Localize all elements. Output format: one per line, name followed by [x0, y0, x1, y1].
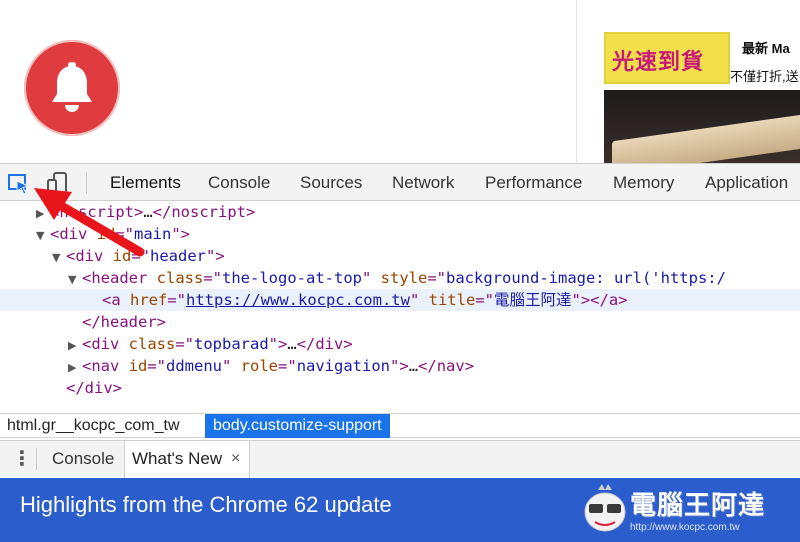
code-token-attr: style [380, 269, 428, 287]
code-token-val: background-image: url('https:/ [446, 269, 726, 287]
ad-logo-text: 光速到貨 [612, 50, 705, 75]
ad-subtitle: 不僅打折,送 [730, 69, 799, 84]
drawer-tab-console[interactable]: Console [52, 441, 114, 477]
code-token-tag: <a [102, 291, 130, 309]
code-token-tag: "> [268, 335, 288, 353]
code-token-tag: "></a> [571, 291, 628, 309]
code-token-link[interactable]: https://www.kocpc.com.tw [186, 291, 410, 309]
breadcrumb-item-body[interactable]: body.customize-support [205, 414, 390, 438]
code-token-val: 電腦王阿達 [493, 291, 572, 309]
code-token-val: topbarad [194, 335, 269, 353]
code-token-tag: "> [390, 357, 409, 375]
code-token-val: the-logo-at-top [222, 269, 362, 287]
tab-network[interactable]: Network [392, 164, 454, 201]
code-token-plain: … [287, 335, 297, 353]
code-token-val: navigation [296, 357, 391, 375]
code-token-tag: " [409, 291, 429, 309]
whats-new-banner: Highlights from the Chrome 62 update 電腦王… [0, 478, 800, 542]
code-token-attr: role [240, 357, 279, 375]
ad-banner[interactable]: 光速到貨 最新 Ma 不僅打折,送 [604, 32, 800, 176]
code-token-tag: <div [82, 335, 129, 353]
drawer-menu-icon[interactable]: ⋮ [12, 449, 32, 471]
drawer-tab-whats-new[interactable]: What's New × [124, 441, 250, 478]
code-token-tag: </div> [296, 335, 353, 353]
code-token-attr: id [128, 357, 148, 375]
code-token-val: ddmenu [166, 357, 223, 375]
code-token-attr: class [128, 335, 176, 353]
code-token-tag: </nav> [418, 357, 475, 375]
code-token-tag: =" [475, 291, 494, 309]
dom-node-line[interactable]: ▼ <header class="the-logo-at-top" style="… [0, 267, 800, 289]
page-divider [576, 0, 577, 163]
code-token-attr: href [130, 291, 168, 309]
code-token-plain: … [408, 357, 419, 375]
code-token-tag: </div> [66, 379, 122, 397]
expand-triangle-icon[interactable]: ▶ [68, 357, 82, 379]
code-token-attr: class [156, 269, 204, 287]
code-token-tag: =" [278, 357, 297, 375]
annotation-arrow-icon [34, 188, 145, 257]
code-token-tag: </noscript> [152, 203, 256, 221]
tab-console[interactable]: Console [208, 164, 270, 201]
dom-node-line[interactable]: </div> [0, 377, 800, 399]
tab-memory[interactable]: Memory [613, 164, 674, 201]
code-token-tag: =" [203, 269, 222, 287]
breadcrumb-item-html[interactable]: html.gr__kocpc_com_tw [0, 414, 187, 438]
ad-logo: 光速到貨 [604, 32, 730, 84]
mascot-icon [584, 484, 626, 532]
watermark-title: 電腦王阿達 [630, 491, 766, 521]
code-token-tag: "> [171, 225, 191, 243]
dom-node-line[interactable]: <a href="https://www.kocpc.com.tw" title… [0, 289, 800, 311]
code-token-tag: =" [167, 291, 186, 309]
drawer-separator [36, 448, 37, 470]
bell-icon [52, 62, 92, 112]
watermark: 電腦王阿達 http://www.kocpc.com.tw [580, 478, 800, 542]
code-token-val: header [150, 247, 207, 265]
tab-sources[interactable]: Sources [300, 164, 362, 201]
code-token-tag: =" [427, 269, 446, 287]
highlights-title: Highlights from the Chrome 62 update [20, 492, 392, 517]
code-token-tag: "> [206, 247, 225, 265]
code-token-tag: =" [175, 335, 195, 353]
dom-node-line[interactable]: </header> [0, 311, 800, 333]
ad-title: 最新 Ma [742, 41, 790, 56]
tab-performance[interactable]: Performance [485, 164, 582, 201]
web-page-preview: 光速到貨 最新 Ma 不僅打折,送 [0, 0, 800, 176]
close-icon[interactable]: × [231, 441, 240, 477]
watermark-url: http://www.kocpc.com.tw [630, 522, 740, 533]
collapse-triangle-icon[interactable]: ▼ [68, 269, 82, 291]
breadcrumb: html.gr__kocpc_com_tw body.customize-sup… [0, 413, 800, 438]
dom-node-line[interactable]: ▶ <div class="topbarad">…</div> [0, 333, 800, 355]
code-token-tag: <header [82, 269, 157, 287]
dom-node-line[interactable]: ▶ <nav id="ddmenu" role="navigation">…</n… [0, 355, 800, 377]
ad-product-photo [604, 90, 800, 176]
whats-new-label: What's New [132, 449, 223, 468]
code-token-tag: =" [147, 357, 167, 375]
expand-triangle-icon[interactable]: ▶ [68, 335, 82, 357]
code-token-tag: </header> [82, 313, 166, 331]
tab-application[interactable]: Application [705, 164, 788, 201]
drawer-toolbar: ⋮ Console What's New × [0, 440, 800, 478]
code-token-attr: title [428, 291, 476, 309]
notification-bell-button[interactable] [24, 40, 120, 136]
code-token-tag: <nav [82, 357, 129, 375]
code-token-tag: " [361, 269, 381, 287]
code-token-tag: " [222, 357, 241, 375]
